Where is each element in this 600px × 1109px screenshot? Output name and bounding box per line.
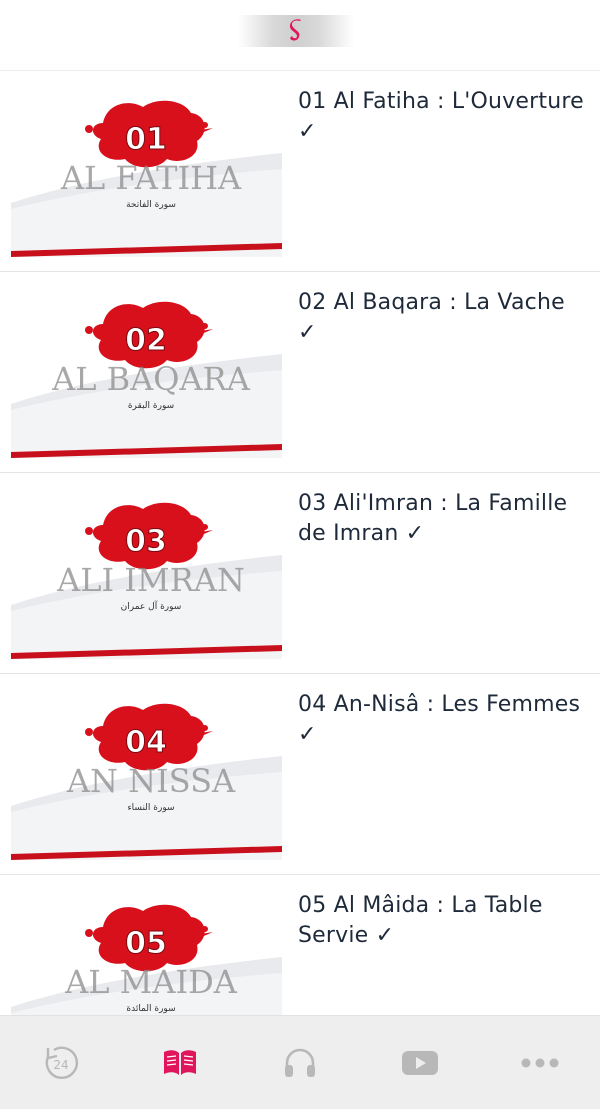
tab-replay-24[interactable]: 24 bbox=[20, 1023, 100, 1103]
thumb-number: 01 bbox=[125, 122, 167, 157]
thumb-name: ALI IMRAN bbox=[56, 561, 245, 599]
tab-audio[interactable] bbox=[260, 1023, 340, 1103]
thumb-arabic: سورة النساء bbox=[127, 803, 174, 813]
thumb-arabic: سورة المائدة bbox=[126, 1004, 175, 1014]
headphones-icon bbox=[285, 1048, 315, 1077]
list-item-surah-04[interactable]: 04 AN NISSA سورة النساء 04 An-Nisâ : Les… bbox=[0, 674, 600, 875]
surah-title: 04 An-Nisâ : Les Femmes ✓ bbox=[298, 692, 581, 747]
video-play-icon bbox=[402, 1050, 438, 1075]
thumb-number: 03 bbox=[125, 524, 167, 559]
surah-title: 02 Al Baqara : La Vache ✓ bbox=[298, 290, 565, 345]
tab-book[interactable] bbox=[140, 1023, 220, 1103]
surah-list: 01 AL FATIHA سورة الفاتحة 01 Al Fatiha :… bbox=[0, 71, 600, 1076]
thumb-name: AL MAIDA bbox=[64, 963, 238, 1001]
list-item-surah-02[interactable]: 02 AL BAQARA سورة البقرة 02 Al Baqara : … bbox=[0, 272, 600, 473]
thumb-arabic: سورة آل عمران bbox=[121, 600, 182, 612]
book-icon bbox=[164, 1049, 196, 1075]
list-item-surah-03[interactable]: 03 ALI IMRAN سورة آل عمران 03 Ali'Imran … bbox=[0, 473, 600, 674]
thumb-name: AL BAQARA bbox=[51, 360, 251, 398]
replay-24-icon: 24 bbox=[45, 1046, 79, 1079]
thumb-number: 02 bbox=[125, 323, 167, 358]
app-header bbox=[0, 0, 600, 71]
list-item-surah-01[interactable]: 01 AL FATIHA سورة الفاتحة 01 Al Fatiha :… bbox=[0, 71, 600, 272]
thumb-arabic: سورة الفاتحة bbox=[126, 200, 176, 210]
brand-logo-icon bbox=[238, 15, 354, 47]
surah-thumbnail: 01 AL FATIHA سورة الفاتحة bbox=[11, 85, 282, 257]
surah-title: 05 Al Mâida : La Table Servie ✓ bbox=[298, 893, 543, 948]
surah-thumbnail: 02 AL BAQARA سورة البقرة bbox=[11, 286, 282, 458]
more-icon bbox=[521, 1058, 559, 1067]
thumb-arabic: سورة البقرة bbox=[128, 401, 174, 411]
thumb-number: 04 bbox=[125, 725, 167, 760]
bottom-tab-bar: 24 bbox=[0, 1015, 600, 1109]
surah-title: 01 Al Fatiha : L'Ouverture ✓ bbox=[298, 89, 584, 144]
thumb-number: 05 bbox=[125, 926, 167, 961]
surah-thumbnail: 03 ALI IMRAN سورة آل عمران bbox=[11, 487, 282, 659]
tab-video[interactable] bbox=[380, 1023, 460, 1103]
thumb-name: AN NISSA bbox=[66, 762, 236, 800]
replay-24-label: 24 bbox=[53, 1058, 68, 1072]
surah-title: 03 Ali'Imran : La Famille de Imran ✓ bbox=[298, 491, 568, 546]
tab-more[interactable] bbox=[500, 1023, 580, 1103]
thumb-name: AL FATIHA bbox=[60, 159, 242, 197]
surah-thumbnail: 04 AN NISSA سورة النساء bbox=[11, 688, 282, 860]
